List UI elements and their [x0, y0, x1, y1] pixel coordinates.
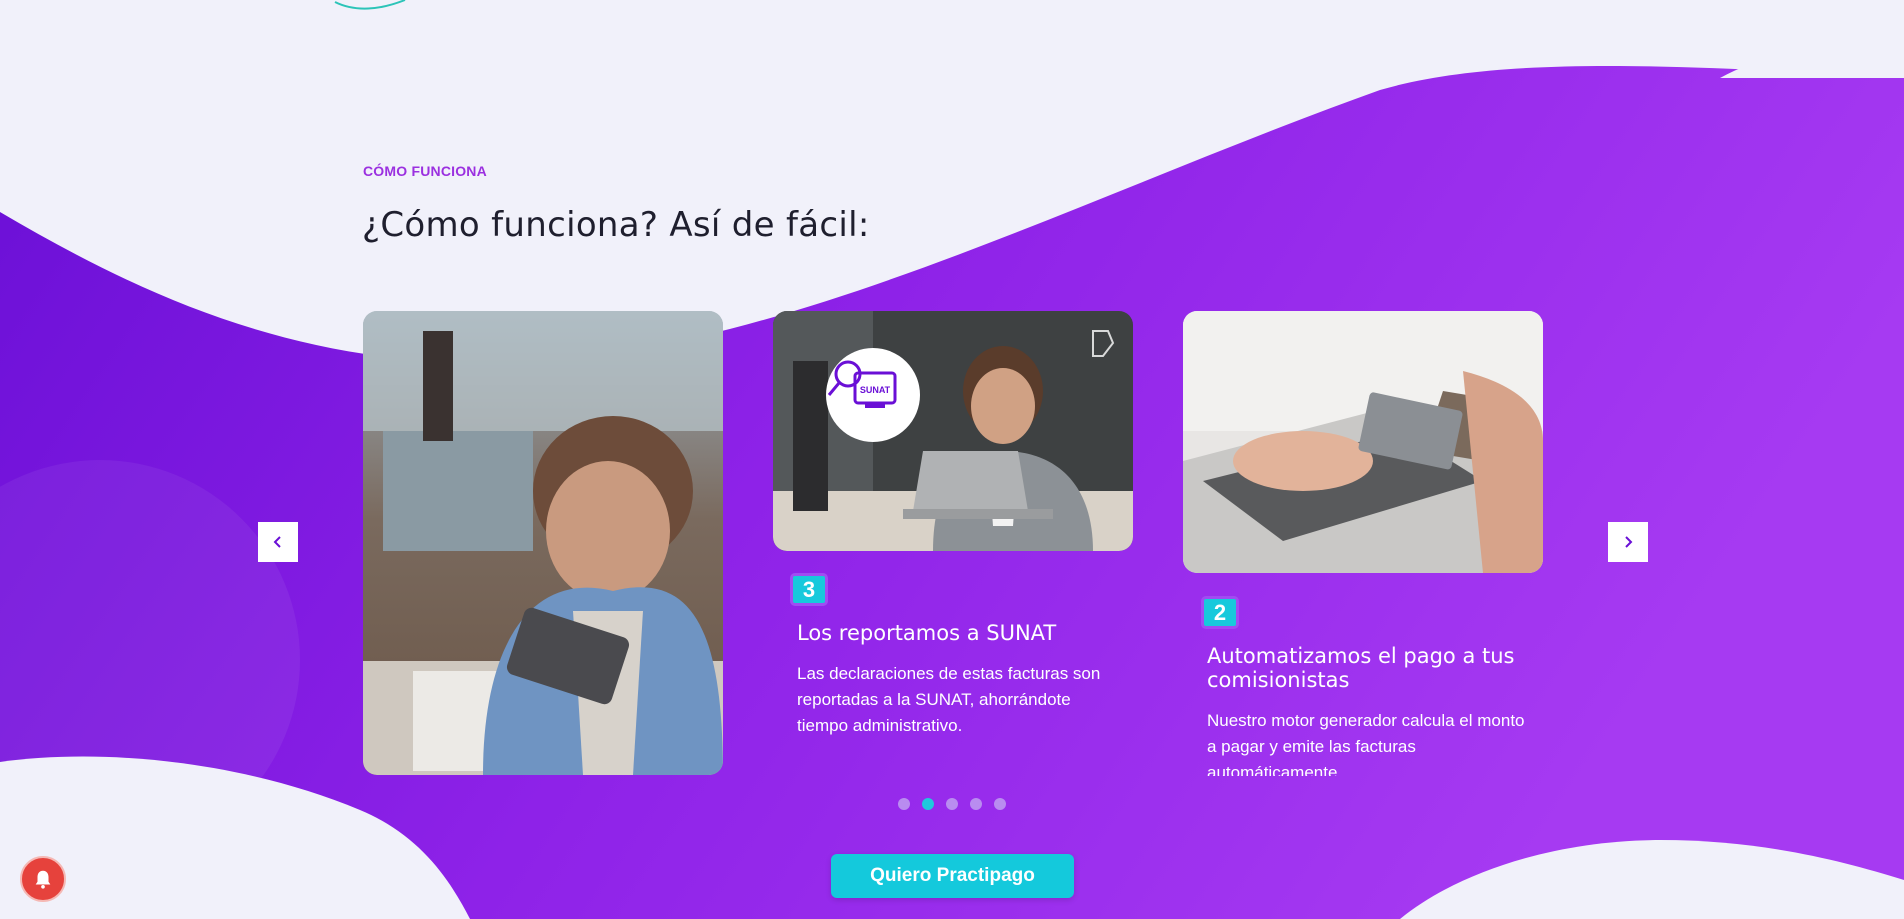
notification-bell-button[interactable] — [20, 856, 66, 902]
card-1-image — [363, 311, 723, 775]
card-3-description: Nuestro motor generador calcula el monto… — [1207, 711, 1525, 776]
carousel-next-button[interactable] — [1608, 522, 1648, 562]
carousel-dot-5[interactable] — [994, 798, 1006, 810]
carousel-dot-3[interactable] — [946, 798, 958, 810]
card-3-title: Automatizamos el pago a tus comisionista… — [1207, 644, 1515, 692]
chevron-right-icon — [1625, 536, 1633, 548]
chevron-left-icon — [273, 536, 281, 548]
sunat-logo-text: SUNAT — [860, 385, 891, 395]
carousel-dot-4[interactable] — [970, 798, 982, 810]
section-heading: ¿Cómo funciona? Así de fácil: — [362, 205, 870, 245]
card-2-image: SUNAT — [773, 311, 1133, 551]
section-eyebrow: CÓMO FUNCIONA — [363, 163, 487, 179]
top-teal-accent — [334, 0, 406, 10]
carousel-pagination — [898, 798, 1006, 810]
carousel-dot-1[interactable] — [898, 798, 910, 810]
card-3-image — [1183, 311, 1543, 573]
card-2-title: Los reportamos a SUNAT — [797, 621, 1057, 645]
card-2-number-badge: 3 — [790, 573, 828, 606]
bell-icon — [35, 870, 51, 889]
carousel-dot-2[interactable] — [922, 798, 934, 810]
card-2-description: Las declaraciones de estas facturas son … — [797, 664, 1101, 735]
cta-button[interactable]: Quiero Practipago — [831, 854, 1074, 898]
carousel-prev-button[interactable] — [258, 522, 298, 562]
card-3-number-badge: 2 — [1201, 596, 1239, 629]
top-right-wave — [1720, 49, 1904, 78]
